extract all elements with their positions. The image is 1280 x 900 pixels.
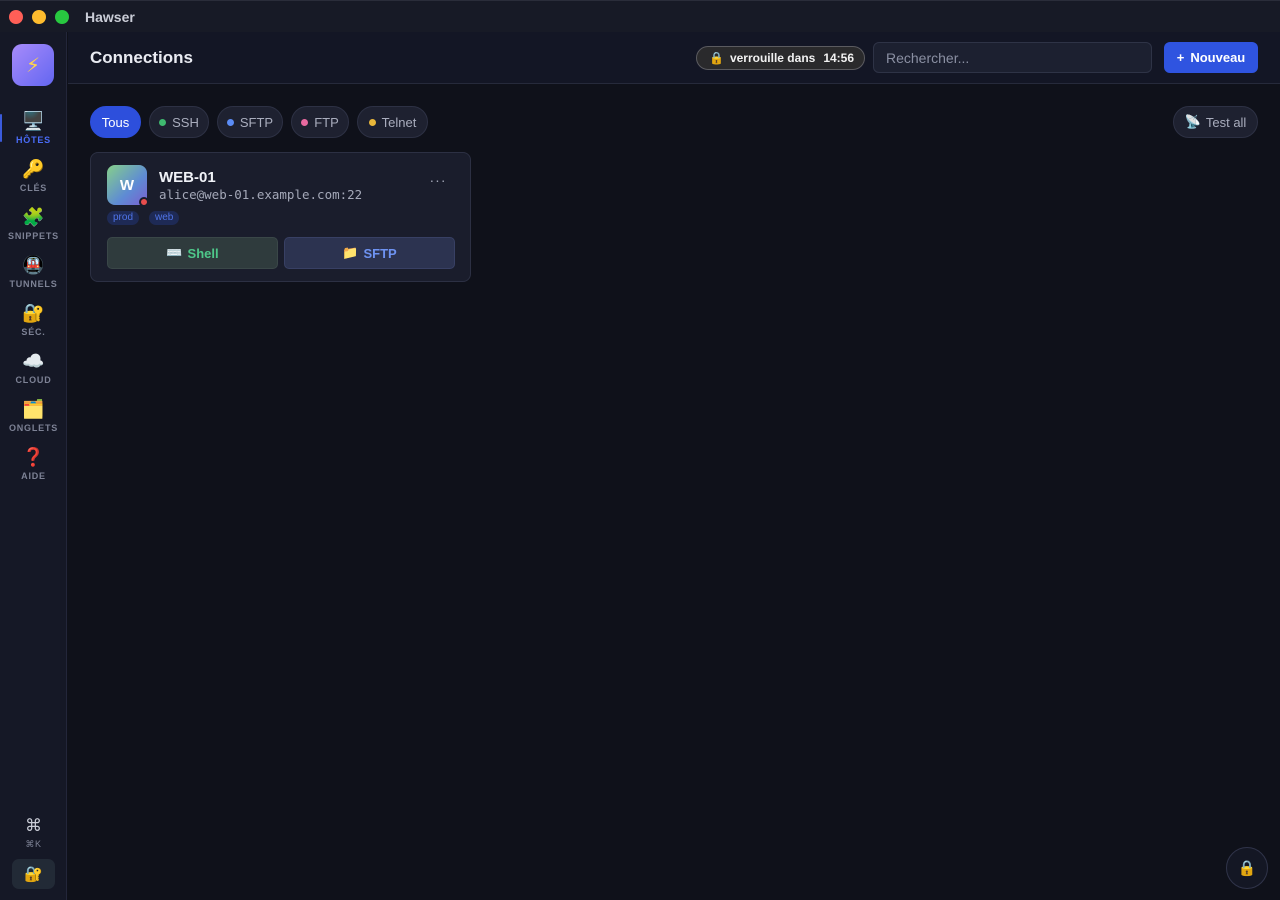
window-title: Hawser	[85, 8, 135, 25]
sidebar-item-security[interactable]: 🔐 SÉC.	[0, 298, 67, 342]
folder-icon: 🗂️	[22, 399, 45, 419]
filter-telnet[interactable]: Telnet	[357, 106, 428, 138]
filter-label: FTP	[314, 114, 339, 130]
filter-all[interactable]: Tous	[90, 106, 141, 138]
page-header: Connections 🔒 verrouille dans 14:56 + No…	[68, 32, 1280, 84]
auto-lock-time: 14:56	[823, 51, 855, 65]
quick-lock-button[interactable]: 🔒	[1226, 847, 1268, 889]
shell-label: Shell	[187, 245, 219, 261]
sidebar-item-label: ONGLETS	[8, 423, 59, 433]
host-name: WEB-01	[159, 169, 216, 186]
filter-sftp[interactable]: SFTP	[217, 106, 283, 138]
new-connection-label: Nouveau	[1190, 50, 1246, 65]
sidebar-item-label: TUNNELS	[9, 279, 58, 289]
window-titlebar: Hawser	[0, 0, 1280, 32]
sidebar-item-tunnels[interactable]: 🚇 TUNNELS	[0, 250, 67, 294]
maximize-window-button[interactable]	[55, 9, 69, 24]
lock-icon: 🔒	[709, 51, 724, 65]
filter-label: SFTP	[239, 114, 274, 130]
test-all-label: Test all	[1205, 114, 1247, 130]
sidebar-item-label: AIDE	[21, 471, 46, 481]
more-options-icon[interactable]: ···	[427, 173, 449, 191]
monitor-icon: 🖥️	[22, 111, 45, 131]
sftp-label: SFTP	[363, 245, 397, 261]
lock-key-icon: 🔐	[24, 866, 43, 883]
auto-lock-text: verrouille dans	[729, 51, 816, 65]
minimize-window-button[interactable]	[32, 9, 46, 24]
host-card[interactable]: W WEB-01 alice@web-01.example.com:22 ···…	[90, 152, 471, 282]
command-shortcut-label: ⌘K	[25, 839, 42, 849]
sidebar-item-snippets[interactable]: 🧩 SNIPPETS	[0, 202, 67, 246]
lock-key-icon: 🔐	[22, 303, 45, 323]
search-input[interactable]	[873, 42, 1152, 73]
vault-lock-button[interactable]: 🔐	[12, 859, 55, 889]
ftp-dot-icon	[301, 118, 309, 126]
filter-ftp[interactable]: FTP	[291, 106, 349, 138]
sidebar-item-tabs[interactable]: 🗂️ ONGLETS	[0, 394, 67, 438]
host-address: alice@web-01.example.com:22	[159, 187, 363, 202]
filter-label: SSH	[172, 114, 199, 130]
ssh-dot-icon	[159, 118, 167, 126]
new-connection-button[interactable]: + Nouveau	[1164, 42, 1258, 73]
host-initial: W	[119, 176, 135, 194]
status-dot-icon	[139, 197, 149, 207]
filter-label: Tous	[101, 114, 130, 130]
plus-icon: +	[1176, 50, 1185, 65]
folder-icon: 📁	[342, 245, 359, 260]
tag-badge: prod	[107, 211, 140, 225]
tag-badge: web	[149, 211, 180, 225]
open-sftp-button[interactable]: 📁 SFTP	[284, 237, 455, 269]
metro-icon: 🚇	[22, 255, 45, 275]
command-palette-button[interactable]: ⌘ ⌘K	[0, 816, 67, 856]
auto-lock-timer[interactable]: 🔒 verrouille dans 14:56	[696, 46, 866, 70]
command-icon: ⌘	[25, 816, 42, 835]
sidebar-item-label: HÔTES	[15, 135, 51, 145]
keyboard-icon: ⌨️	[166, 245, 183, 260]
sidebar-item-label: SÉC.	[21, 327, 46, 337]
sidebar-item-label: CLOUD	[15, 375, 52, 385]
lightning-icon: ⚡	[25, 54, 41, 77]
cloud-icon: ☁️	[22, 351, 45, 371]
open-shell-button[interactable]: ⌨️ Shell	[107, 237, 278, 269]
question-icon: ❓	[22, 447, 45, 467]
sidebar-item-label: CLÉS	[19, 183, 48, 193]
sidebar-item-hosts[interactable]: 🖥️ HÔTES	[0, 106, 67, 150]
sidebar-item-label: SNIPPETS	[8, 231, 59, 241]
filter-label: Telnet	[381, 114, 417, 130]
filter-ssh[interactable]: SSH	[149, 106, 209, 138]
sidebar-item-cloud[interactable]: ☁️ CLOUD	[0, 346, 67, 390]
sidebar-item-keys[interactable]: 🔑 CLÉS	[0, 154, 67, 198]
test-all-button[interactable]: 📡 Test all	[1173, 106, 1258, 138]
app-logo[interactable]: ⚡	[12, 44, 54, 86]
puzzle-icon: 🧩	[22, 207, 45, 227]
sidebar: ⚡ 🖥️ HÔTES 🔑 CLÉS 🧩 SNIPPETS 🚇 TUNNELS 🔐…	[0, 32, 67, 900]
close-window-button[interactable]	[9, 9, 23, 24]
satellite-icon: 📡	[1184, 114, 1201, 129]
window-controls	[9, 9, 69, 24]
page-title: Connections	[90, 48, 193, 67]
sftp-dot-icon	[226, 118, 234, 126]
sidebar-item-help[interactable]: ❓ AIDE	[0, 442, 67, 486]
telnet-dot-icon	[368, 118, 376, 126]
lock-icon: 🔒	[1237, 860, 1257, 877]
key-icon: 🔑	[22, 159, 45, 179]
